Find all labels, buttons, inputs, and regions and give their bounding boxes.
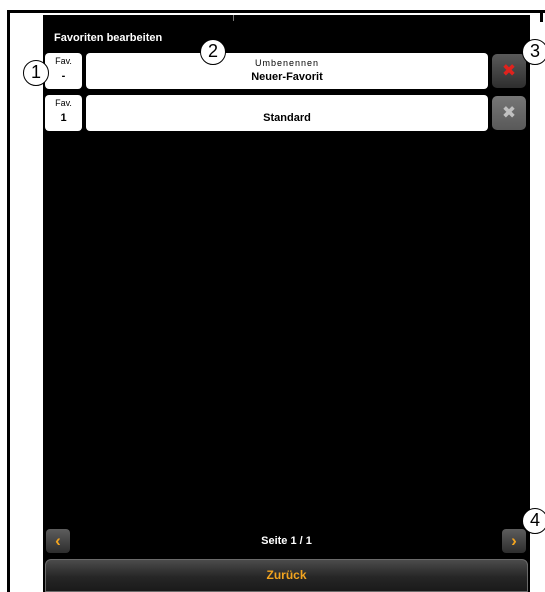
favorite-name: Standard xyxy=(263,112,311,124)
delete-favorite-button[interactable]: ✖ xyxy=(492,54,526,88)
page-indicator: Seite 1 / 1 xyxy=(261,535,312,547)
callout-marker: 4 xyxy=(522,508,545,534)
favorite-row: Fav. - Umbenennen Neuer-Favorit ✖ xyxy=(45,53,529,89)
back-button[interactable]: Zurück xyxy=(45,559,528,592)
device-screen: Favoriten bearbeiten Fav. - Umbenennen N… xyxy=(43,15,530,592)
favorite-number-value: - xyxy=(61,70,66,82)
frame-right-line xyxy=(540,10,543,22)
favorite-number-label: Fav. xyxy=(55,98,72,108)
frame-left-line xyxy=(7,10,10,592)
chevron-right-icon: › xyxy=(511,531,517,550)
close-icon: ✖ xyxy=(501,103,517,122)
callout-marker: 3 xyxy=(522,39,545,65)
rename-hint: Umbenennen xyxy=(254,58,320,68)
close-icon: ✖ xyxy=(501,61,517,80)
frame-top-line xyxy=(7,10,545,13)
back-button-label: Zurück xyxy=(266,568,307,582)
next-page-button[interactable]: › xyxy=(502,529,526,553)
title-bar-marker xyxy=(233,15,234,21)
favorite-name-button[interactable]: Standard xyxy=(86,95,488,131)
delete-favorite-button-disabled: ✖ xyxy=(492,96,526,130)
pagination-bar: ‹ Seite 1 / 1 › xyxy=(43,527,530,557)
page-title: Favoriten bearbeiten xyxy=(54,32,163,44)
favorite-number-button[interactable]: Fav. - xyxy=(45,53,82,89)
title-bar: Favoriten bearbeiten xyxy=(43,15,530,50)
callout-marker: 2 xyxy=(200,39,226,65)
favorite-row: Fav. 1 Standard ✖ xyxy=(45,95,529,131)
favorite-number-button[interactable]: Fav. 1 xyxy=(45,95,82,131)
favorite-name: Neuer-Favorit xyxy=(251,71,323,83)
callout-marker: 1 xyxy=(23,60,49,86)
favorite-number-label: Fav. xyxy=(55,56,72,66)
favorite-number-value: 1 xyxy=(60,112,67,124)
favorite-name-button[interactable]: Umbenennen Neuer-Favorit xyxy=(86,53,488,89)
